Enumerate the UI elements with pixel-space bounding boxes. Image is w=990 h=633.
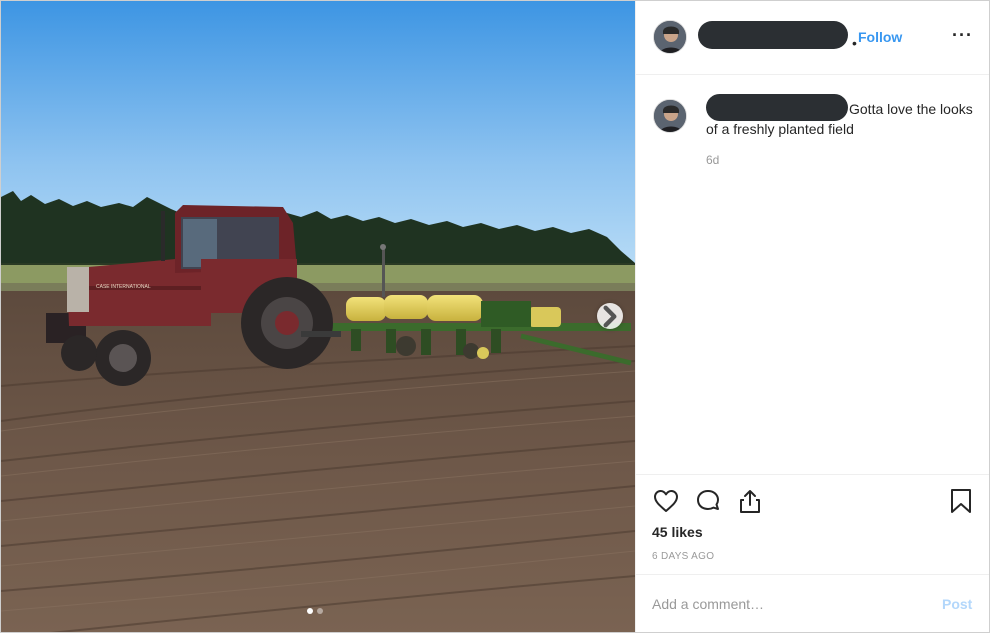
bookmark-icon bbox=[951, 489, 971, 513]
share-button[interactable] bbox=[736, 487, 764, 515]
save-button[interactable] bbox=[947, 487, 975, 515]
caption: Gotta love the looks of a freshly plante… bbox=[706, 99, 976, 139]
separator-dot: • bbox=[852, 35, 857, 51]
tractor-field-image: CASE INTERNATIONAL bbox=[1, 1, 635, 632]
more-options-icon[interactable]: ··· bbox=[952, 25, 973, 46]
comment-bubble-icon bbox=[697, 490, 719, 510]
post-side-panel: • Follow ··· Gotta love the looks of a f… bbox=[635, 1, 989, 632]
profile-photo bbox=[654, 21, 686, 53]
likes-count[interactable]: 45 likes bbox=[652, 524, 703, 540]
heart-icon bbox=[654, 490, 678, 512]
next-slide-button[interactable] bbox=[597, 303, 623, 329]
post-actions: 45 likes 6 DAYS AGO bbox=[636, 474, 989, 574]
post-date[interactable]: 6 DAYS AGO bbox=[652, 551, 714, 562]
carousel-dot-active[interactable] bbox=[307, 608, 313, 614]
caption-time[interactable]: 6d bbox=[706, 153, 719, 167]
add-comment-bar: Post bbox=[636, 574, 989, 632]
instagram-post-window: CASE INTERNATIONAL • Follow ··· Gotta lo… bbox=[0, 0, 990, 633]
avatar[interactable] bbox=[653, 20, 687, 54]
profile-photo bbox=[654, 100, 686, 132]
chevron-right-icon bbox=[603, 305, 617, 327]
caption-text: Gotta love the looks of a freshly plante… bbox=[706, 101, 973, 137]
caption-avatar[interactable] bbox=[653, 99, 687, 133]
follow-button[interactable]: Follow bbox=[858, 29, 902, 45]
carousel-dots bbox=[307, 608, 323, 614]
like-button[interactable] bbox=[652, 487, 680, 515]
username-redacted[interactable] bbox=[698, 21, 848, 49]
carousel-dot[interactable] bbox=[317, 608, 323, 614]
post-comment-button[interactable]: Post bbox=[942, 596, 972, 612]
post-photo[interactable]: CASE INTERNATIONAL bbox=[1, 1, 635, 632]
comment-button[interactable] bbox=[694, 487, 722, 515]
share-icon bbox=[740, 490, 760, 513]
post-header: • Follow ··· bbox=[636, 1, 989, 75]
comment-input[interactable] bbox=[652, 593, 922, 615]
tractor-brand-text: CASE INTERNATIONAL bbox=[96, 284, 151, 290]
